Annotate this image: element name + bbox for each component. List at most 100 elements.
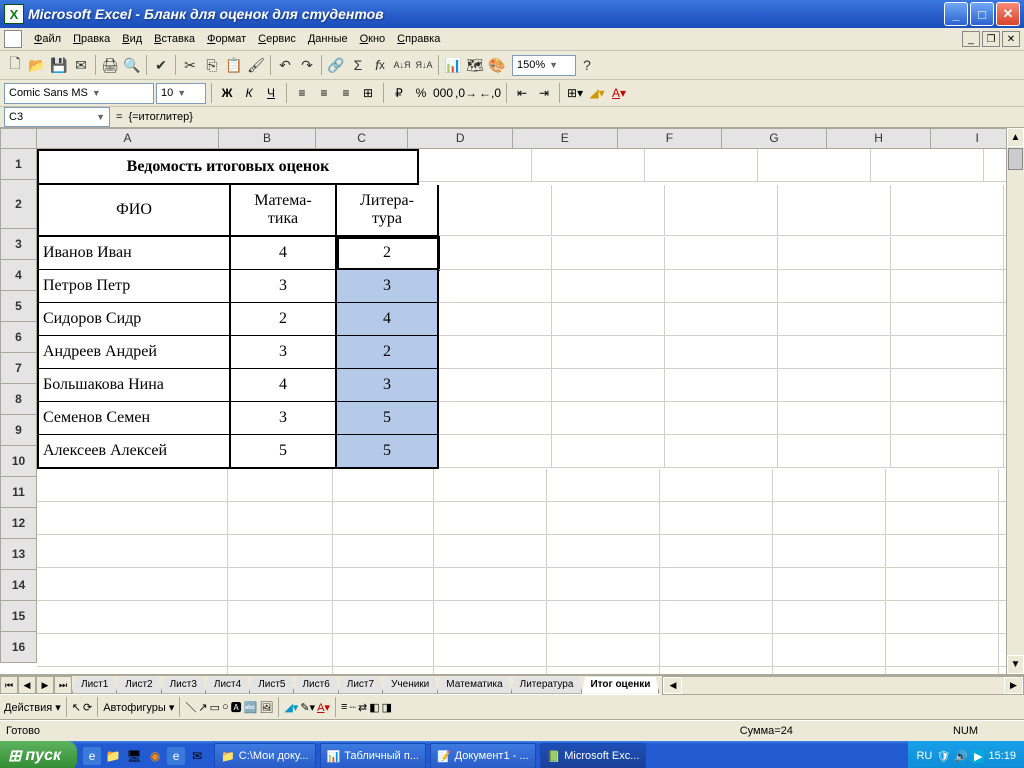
cell-D8[interactable] — [439, 402, 552, 435]
scroll-left-button[interactable]: ◀ — [663, 677, 682, 694]
row-header-12[interactable]: 12 — [0, 508, 37, 539]
oval-icon[interactable]: ○ — [222, 701, 229, 713]
row-header-10[interactable]: 10 — [0, 446, 37, 477]
taskbar-task[interactable]: 📝Документ1 - ... — [430, 743, 536, 768]
horizontal-scrollbar[interactable]: ◀ ▶ — [662, 676, 1024, 695]
line-color-icon[interactable]: ✎▾ — [300, 701, 315, 714]
row-header-1[interactable]: 1 — [0, 149, 37, 180]
column-header-A[interactable]: A — [37, 128, 219, 149]
cell-H9[interactable] — [891, 435, 1004, 468]
cell-B12[interactable] — [228, 535, 333, 568]
cell-F3[interactable] — [665, 237, 778, 270]
cell-E11[interactable] — [547, 502, 660, 535]
cell-H5[interactable] — [891, 303, 1004, 336]
cell-E8[interactable] — [552, 402, 665, 435]
row-header-2[interactable]: 2 — [0, 180, 37, 229]
cell-F8[interactable] — [665, 402, 778, 435]
row-header-13[interactable]: 13 — [0, 539, 37, 570]
textbox-icon[interactable]: 🅰 — [231, 699, 242, 715]
cell-D2[interactable] — [439, 185, 552, 236]
ql-desktop-icon[interactable]: 🖥 — [125, 747, 143, 765]
cell-H3[interactable] — [891, 237, 1004, 270]
print-preview-icon[interactable]: 🔍 — [121, 54, 143, 76]
cell-F6[interactable] — [665, 336, 778, 369]
cell-F12[interactable] — [660, 535, 773, 568]
tray-icon[interactable]: 🛡 — [936, 750, 950, 763]
cell-E4[interactable] — [552, 270, 665, 303]
row-header-16[interactable]: 16 — [0, 632, 37, 663]
cut-icon[interactable]: ✂ — [179, 54, 201, 76]
sheet-tab[interactable]: Лист1 — [72, 677, 117, 694]
cell-B14[interactable] — [228, 601, 333, 634]
line-icon[interactable]: ＼ — [185, 699, 196, 715]
sort-desc-icon[interactable]: Я↓A — [413, 54, 435, 76]
open-icon[interactable]: 📂 — [26, 54, 48, 76]
scroll-down-button[interactable]: ▼ — [1007, 655, 1024, 674]
cell-A12[interactable] — [37, 535, 228, 568]
cell-H10[interactable] — [886, 469, 999, 502]
cell-B9[interactable]: 5 — [231, 435, 337, 469]
cell-D10[interactable] — [434, 469, 547, 502]
cell-F10[interactable] — [660, 469, 773, 502]
fill-color-button[interactable]: ◢▾ — [587, 83, 607, 103]
italic-button[interactable]: К — [239, 83, 259, 103]
cell-G12[interactable] — [773, 535, 886, 568]
function-icon[interactable]: fx — [369, 54, 391, 76]
print-icon[interactable]: 🖨 — [99, 54, 121, 76]
cell-A8[interactable]: Семенов Семен — [37, 402, 231, 435]
cell-H8[interactable] — [891, 402, 1004, 435]
cell-H14[interactable] — [886, 601, 999, 634]
cell-B2[interactable]: Матема- тика — [231, 185, 337, 237]
start-button[interactable]: ⊞пуск — [0, 741, 77, 768]
menu-данные[interactable]: Данные — [302, 31, 354, 47]
sheet-tab[interactable]: Итог оценки — [581, 677, 659, 694]
line-style-icon[interactable]: ≡ — [341, 701, 347, 713]
cell-F2[interactable] — [665, 185, 778, 236]
window-maximize-button[interactable]: □ — [970, 2, 994, 26]
fill-color-draw-icon[interactable]: ◢▾ — [284, 701, 298, 714]
tray-clock[interactable]: 15:19 — [988, 750, 1016, 762]
paste-icon[interactable]: 📋 — [223, 54, 245, 76]
select-all-corner[interactable] — [0, 128, 37, 149]
cell-H13[interactable] — [886, 568, 999, 601]
cell-B4[interactable]: 3 — [231, 270, 337, 303]
cell-C5[interactable]: 4 — [337, 303, 439, 336]
cell-A6[interactable]: Андреев Андрей — [37, 336, 231, 369]
format-painter-icon[interactable]: 🖌 — [245, 54, 267, 76]
3d-icon[interactable]: ◨ — [382, 701, 392, 714]
cell-C6[interactable]: 2 — [337, 336, 439, 369]
column-header-E[interactable]: E — [513, 128, 618, 149]
cell-D3[interactable] — [439, 237, 552, 270]
scroll-thumb[interactable] — [1008, 148, 1023, 170]
cell-F4[interactable] — [665, 270, 778, 303]
cell-E12[interactable] — [547, 535, 660, 568]
cell-A16[interactable] — [37, 667, 228, 675]
cell-A11[interactable] — [37, 502, 228, 535]
sheet-tab[interactable]: Математика — [437, 677, 511, 694]
cell-E1[interactable] — [532, 149, 645, 182]
cell-D15[interactable] — [434, 634, 547, 667]
cell-A1[interactable]: Ведомость итоговых оценок — [37, 149, 419, 185]
vertical-scrollbar[interactable]: ▲ ▼ — [1006, 128, 1024, 674]
cell-A3[interactable]: Иванов Иван — [37, 237, 231, 270]
cell-A4[interactable]: Петров Петр — [37, 270, 231, 303]
menu-формат[interactable]: Формат — [201, 31, 252, 47]
cell-F9[interactable] — [665, 435, 778, 468]
cell-E15[interactable] — [547, 634, 660, 667]
shadow-icon[interactable]: ◧ — [369, 701, 379, 714]
sheet-tab[interactable]: Литература — [511, 677, 583, 694]
sheet-tab[interactable]: Лист5 — [249, 677, 294, 694]
cell-D1[interactable] — [419, 149, 532, 182]
cell-A5[interactable]: Сидоров Сидр — [37, 303, 231, 336]
mdi-minimize-button[interactable]: _ — [962, 31, 980, 47]
cell-E3[interactable] — [552, 237, 665, 270]
cell-F13[interactable] — [660, 568, 773, 601]
row-header-14[interactable]: 14 — [0, 570, 37, 601]
cell-E6[interactable] — [552, 336, 665, 369]
bold-button[interactable]: Ж — [217, 83, 237, 103]
scroll-right-button[interactable]: ▶ — [1004, 677, 1023, 694]
map-icon[interactable]: 🗺 — [464, 54, 486, 76]
column-header-C[interactable]: C — [316, 128, 409, 149]
tab-nav-next-button[interactable]: ▶ — [36, 676, 54, 694]
cell-G10[interactable] — [773, 469, 886, 502]
